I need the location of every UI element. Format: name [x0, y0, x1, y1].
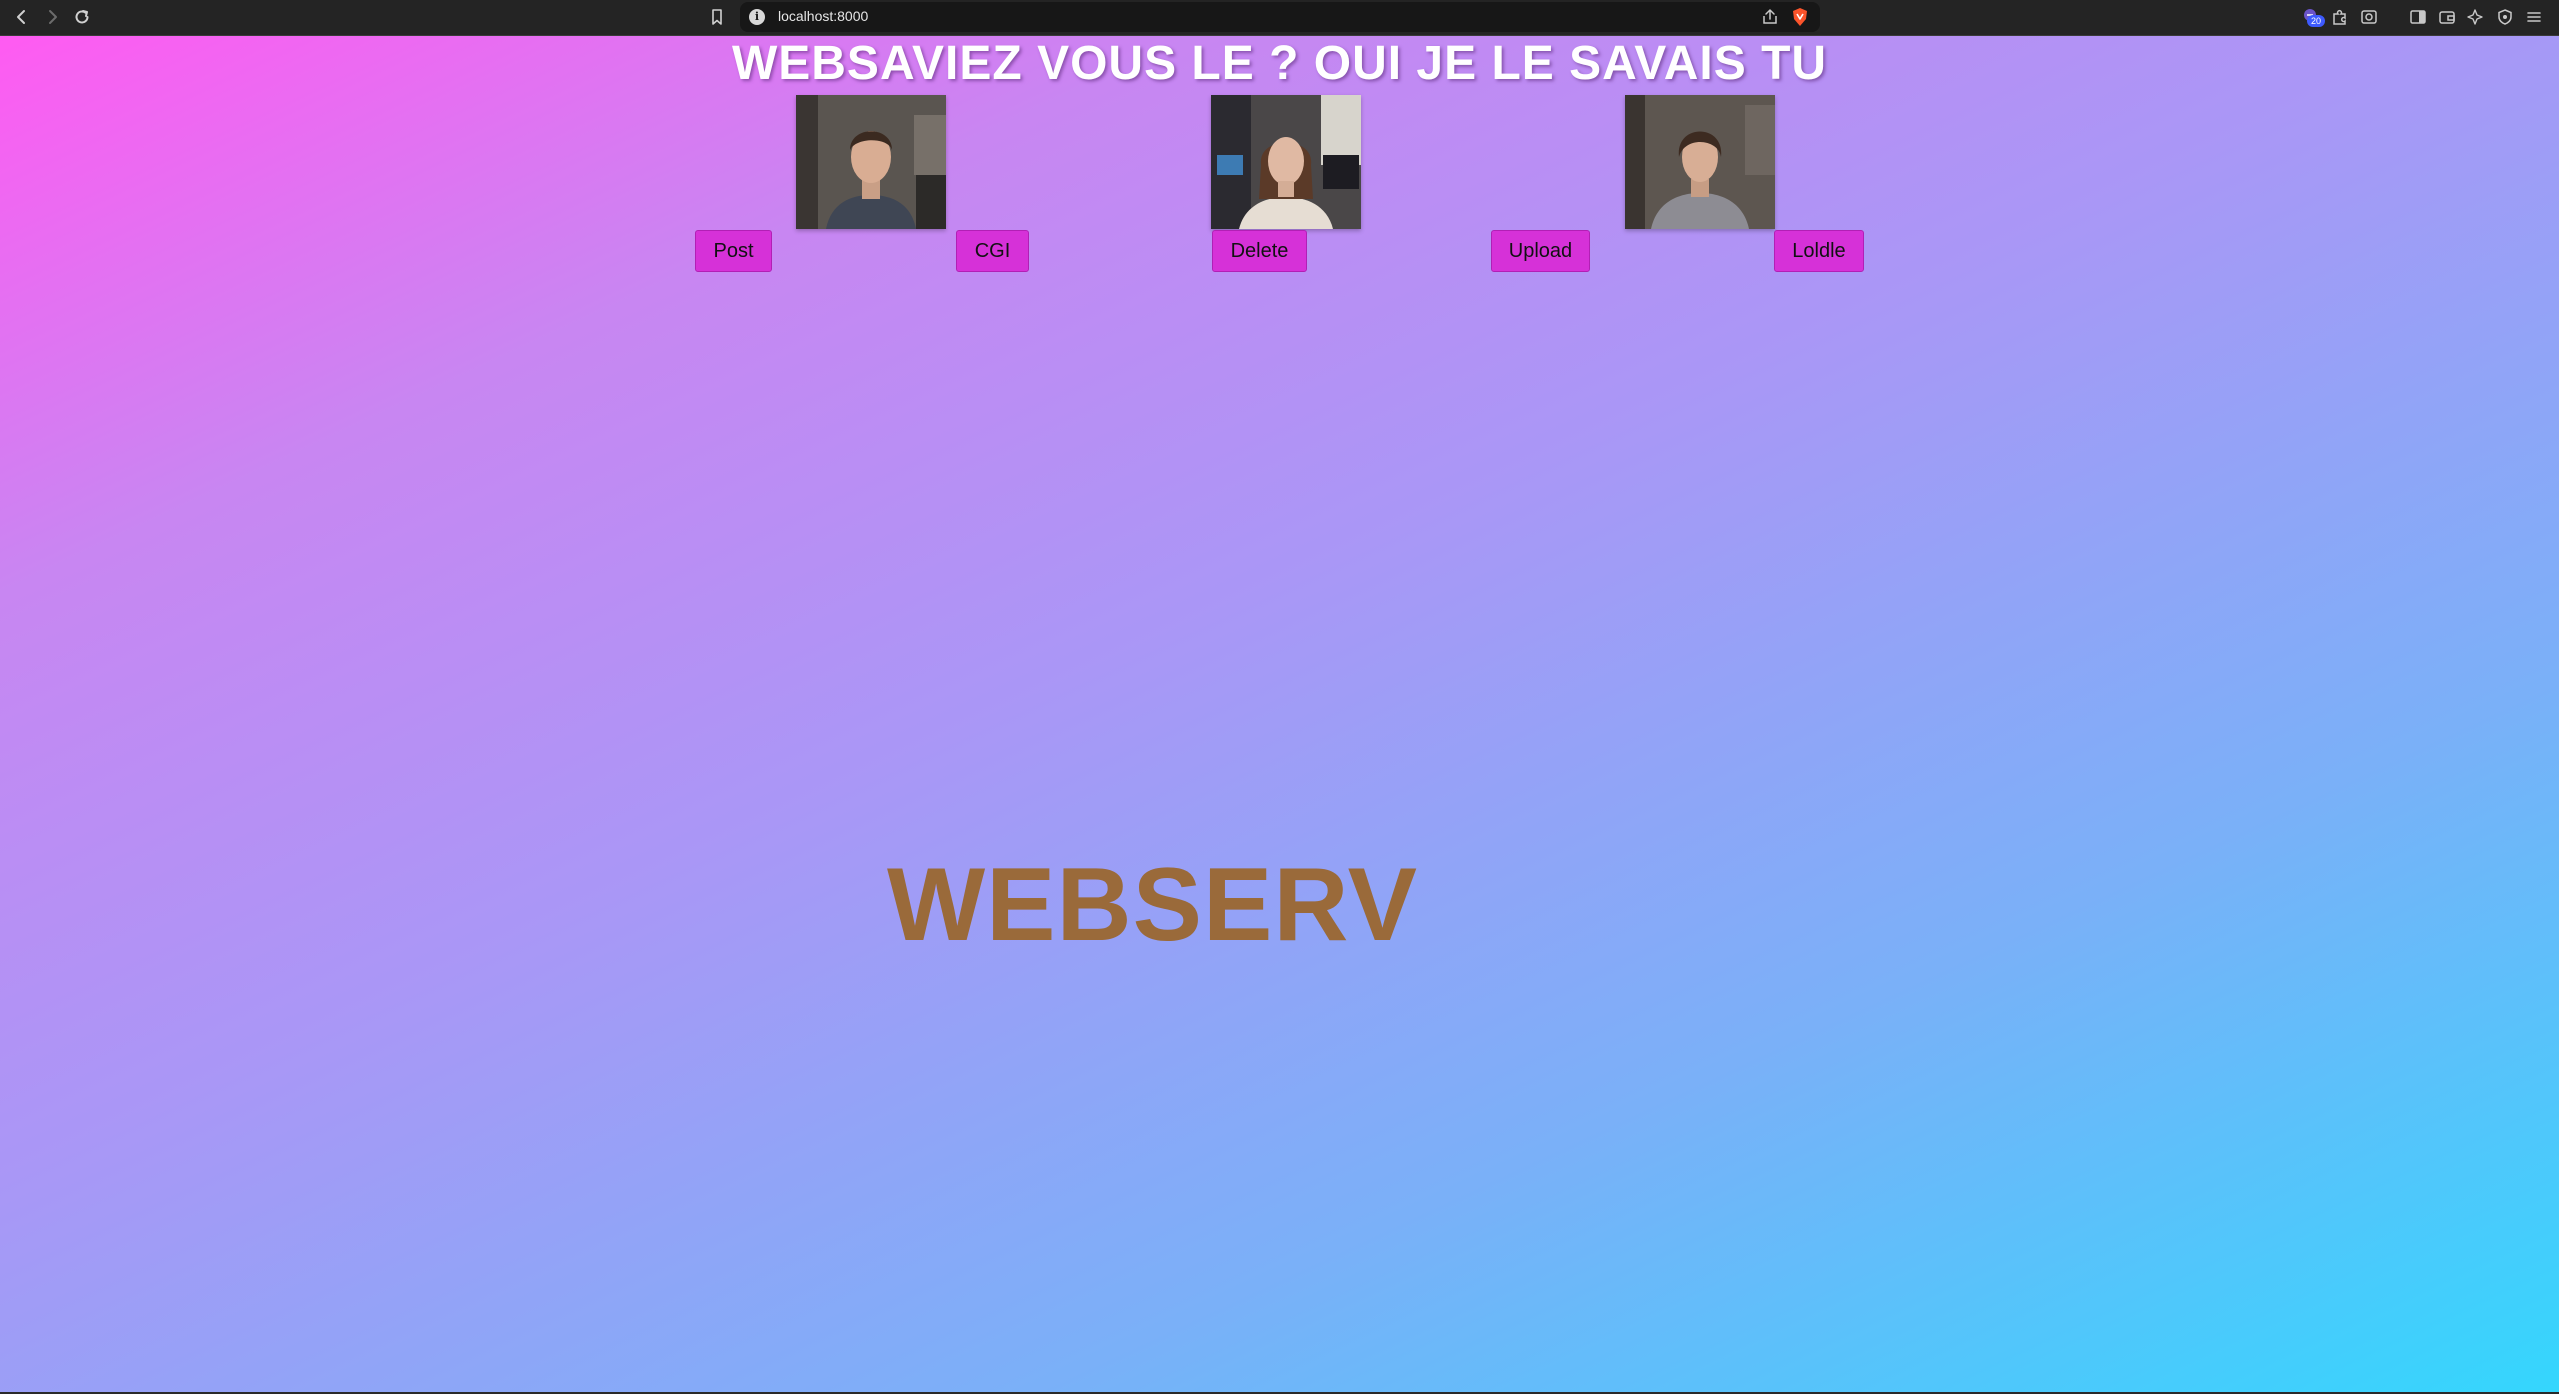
- post-button[interactable]: Post: [695, 230, 772, 272]
- site-info-icon[interactable]: i: [749, 9, 765, 25]
- delete-button[interactable]: Delete: [1212, 230, 1307, 272]
- extension-badge: 20: [2307, 15, 2325, 27]
- bookmark-icon[interactable]: [703, 3, 731, 31]
- sidebar-toggle-icon[interactable]: [2404, 3, 2432, 31]
- wallet-icon[interactable]: [2433, 3, 2461, 31]
- share-icon[interactable]: [1756, 3, 1784, 31]
- loldle-button[interactable]: Loldle: [1774, 230, 1864, 272]
- webserv-title: WEBSERV: [887, 847, 1418, 963]
- portrait-photo-3: [1625, 95, 1775, 229]
- screenshot-extension-icon[interactable]: [2355, 3, 2383, 31]
- url-text: localhost:8000: [778, 8, 869, 24]
- leo-ai-icon[interactable]: [2462, 3, 2490, 31]
- back-arrow-icon[interactable]: [8, 3, 36, 31]
- portrait-photo-2: [1211, 95, 1361, 229]
- vpn-shield-icon[interactable]: [2491, 3, 2519, 31]
- brave-shield-icon[interactable]: [1786, 3, 1814, 31]
- forward-arrow-icon[interactable]: [38, 3, 66, 31]
- page-viewport: WEBSAVIEZ VOUS LE ? OUI JE LE SAVAIS TU: [0, 36, 2559, 1392]
- puzzle-extension-icon[interactable]: [2326, 3, 2354, 31]
- upload-button[interactable]: Upload: [1491, 230, 1590, 272]
- page-heading: WEBSAVIEZ VOUS LE ? OUI JE LE SAVAIS TU: [731, 37, 1828, 90]
- browser-toolbar: i localhost:8000 20: [0, 0, 2559, 36]
- menu-icon[interactable]: [2520, 3, 2548, 31]
- cgi-button[interactable]: CGI: [956, 230, 1029, 272]
- rewards-extension-icon[interactable]: 20: [2297, 3, 2325, 31]
- portrait-photo-1: [796, 95, 946, 229]
- reload-icon[interactable]: [68, 3, 96, 31]
- address-bar[interactable]: i localhost:8000: [740, 2, 1820, 32]
